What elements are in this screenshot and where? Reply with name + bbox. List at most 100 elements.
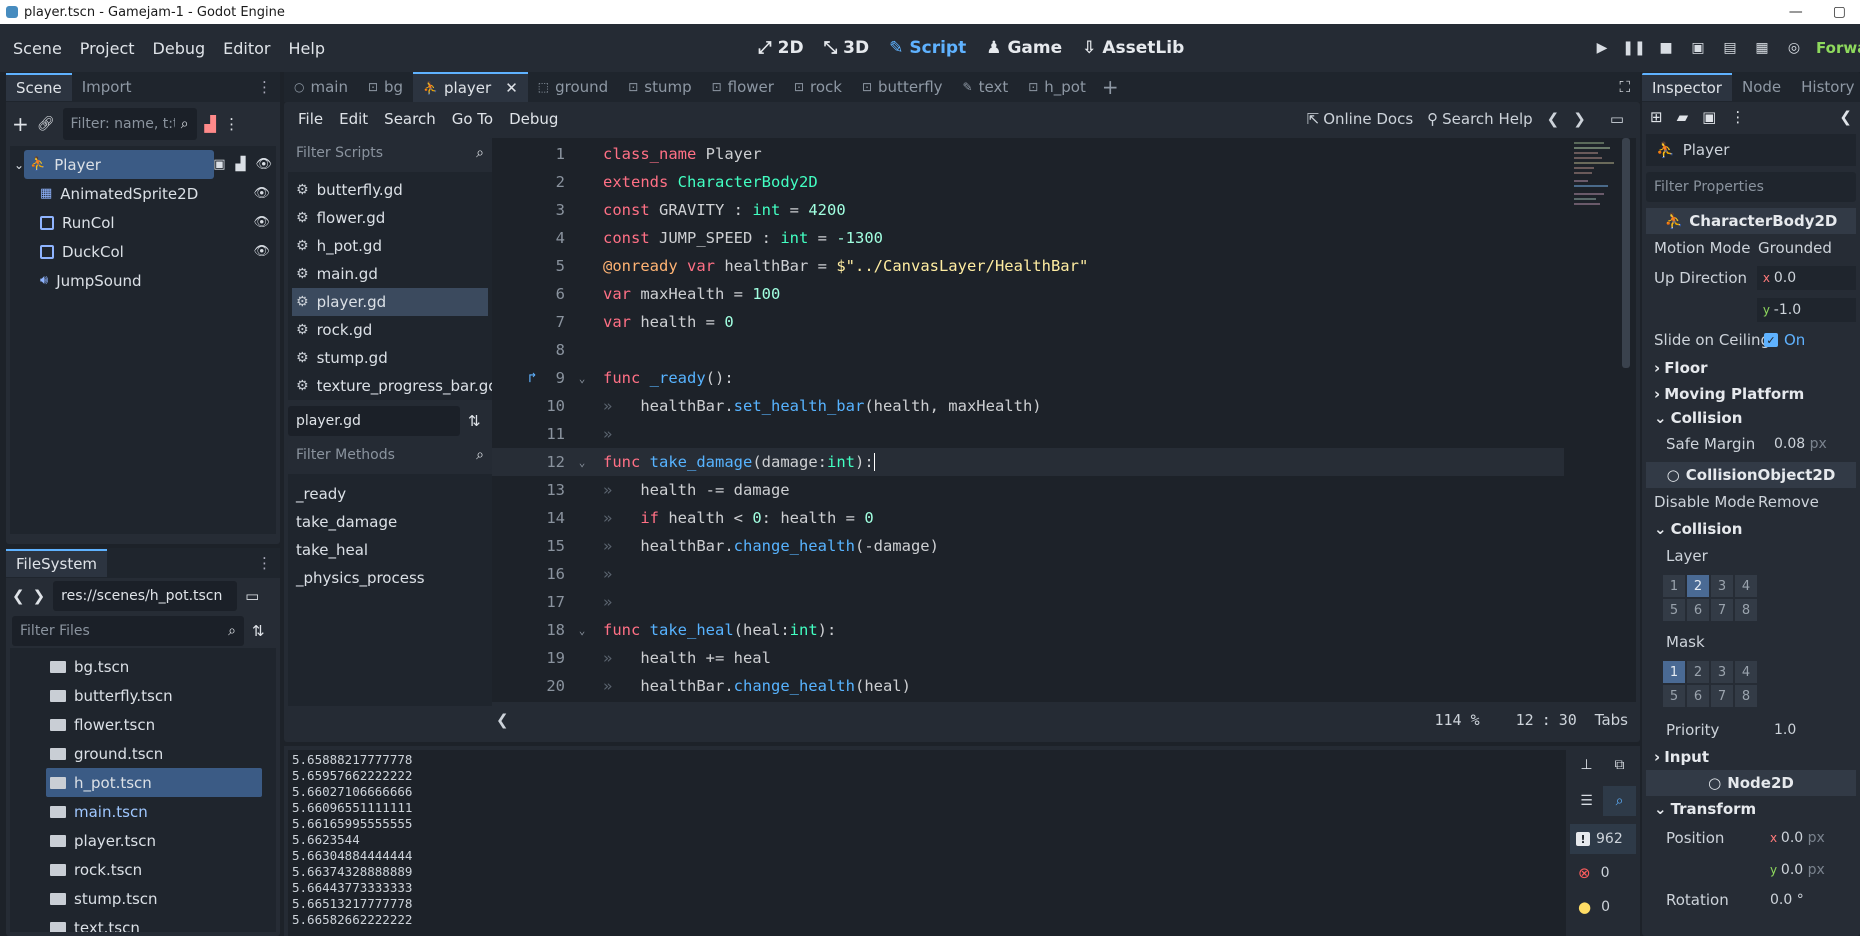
cursor-position[interactable]: 12:30 xyxy=(1516,711,1577,729)
scene-tab-butterfly[interactable]: ⊡ butterfly xyxy=(852,72,953,102)
code-line[interactable]: 4 const JUMP_SPEED : int = -1300 xyxy=(492,224,1636,252)
save-icon[interactable]: ▣ xyxy=(1702,108,1716,126)
script-item-main[interactable]: ⚙ main.gd xyxy=(288,260,492,288)
search-help-button[interactable]: ⚲ Search Help xyxy=(1427,110,1533,128)
floor-section[interactable]: › Floor xyxy=(1646,354,1856,382)
new-resource-icon[interactable]: ⊞ xyxy=(1650,108,1663,126)
add-node-icon[interactable]: + xyxy=(12,112,29,136)
code-scrollbar[interactable] xyxy=(1622,138,1630,368)
properties-filter-input[interactable]: Filter Properties xyxy=(1646,172,1856,202)
visibility-eye-icon[interactable]: 👁︎ xyxy=(255,157,272,172)
path-input[interactable]: res://scenes/h_pot.tscn xyxy=(53,581,238,611)
transform-section[interactable]: ⌄ Transform xyxy=(1646,796,1856,822)
workspace-2d-button[interactable]: ⤢ 2D xyxy=(758,38,804,58)
script-item-stump[interactable]: ⚙ stump.gd xyxy=(288,344,492,372)
play-icon[interactable]: ▶ xyxy=(1586,32,1618,64)
file-item-player[interactable]: player.tscn xyxy=(10,826,276,855)
rotation-value[interactable]: 0.0 ° xyxy=(1770,892,1804,908)
code-line[interactable]: 11 » xyxy=(492,420,1636,448)
safe-margin-field[interactable]: 0.08 px xyxy=(1774,436,1827,452)
next-script-icon[interactable]: ❯ xyxy=(1573,110,1586,128)
visibility-eye-icon[interactable]: 👁︎ xyxy=(253,244,270,259)
scene-tree-node-animatedsprite2d[interactable]: ▦ AnimatedSprite2D 👁︎ xyxy=(10,179,276,208)
moving-platform-section[interactable]: › Moving Platform xyxy=(1646,382,1856,406)
disable-mode-dropdown[interactable]: Remove xyxy=(1758,493,1819,511)
scene-tab-player[interactable]: ⛹ player ✕ xyxy=(413,72,528,102)
up-y-field[interactable]: y -1.0 xyxy=(1756,298,1856,322)
method-item-take_damage[interactable]: take_damage xyxy=(288,508,492,536)
file-item-flower[interactable]: flower.tscn xyxy=(10,710,276,739)
renderer-label[interactable]: Forwa xyxy=(1816,39,1860,57)
position-x-field[interactable]: x 0.0 px xyxy=(1770,830,1825,846)
code-line[interactable]: 14 » if health < 0: health = 0 xyxy=(492,504,1636,532)
movie-maker-icon[interactable]: ◎ xyxy=(1778,32,1810,64)
code-line[interactable]: 20 » healthBar. change_health (heal) xyxy=(492,672,1636,700)
collapse-icon[interactable]: ☰ xyxy=(1570,786,1603,816)
fold-arrow-icon[interactable]: ⌄ xyxy=(575,456,589,469)
tab-inspector[interactable]: Inspector xyxy=(1642,73,1732,101)
files-filter-input[interactable]: Filter Files ⌕ xyxy=(12,616,244,646)
code-line[interactable]: 12 ⌄ func take_damage (damage: int): xyxy=(492,448,1564,476)
sort-icon[interactable]: ⇅ xyxy=(252,622,265,640)
script-item-texture_progress_bar[interactable]: ⚙ texture_progress_bar.gd xyxy=(288,372,498,400)
scene-tab-ground[interactable]: ⬚ ground xyxy=(528,72,618,102)
script-attach-icon[interactable]: ▟ xyxy=(205,115,217,133)
code-line[interactable]: 17 » xyxy=(492,588,1636,616)
method-item-take_heal[interactable]: take_heal xyxy=(288,536,492,564)
layer-bit-8[interactable]: 8 xyxy=(1735,599,1757,621)
script-menu-edit[interactable]: Edit xyxy=(331,110,376,128)
split-view-icon[interactable]: ▭ xyxy=(245,587,259,605)
scroll-left-icon[interactable]: ❮ xyxy=(496,711,509,729)
code-line[interactable]: 1 class_name Player xyxy=(492,140,1636,168)
scene-tab-stump[interactable]: ⊡ stump xyxy=(618,72,701,102)
indent-mode[interactable]: Tabs xyxy=(1595,711,1628,729)
script-menu-search[interactable]: Search xyxy=(376,110,444,128)
open-folder-icon[interactable]: ▰ xyxy=(1677,108,1689,126)
tab-history[interactable]: History xyxy=(1791,74,1860,100)
script-menu-go-to[interactable]: Go To xyxy=(444,110,501,128)
menu-project[interactable]: Project xyxy=(71,39,144,58)
slide-on-ceiling-checkbox[interactable]: ✓ On xyxy=(1764,331,1805,349)
methods-filter-input[interactable]: Filter Methods ⌕ xyxy=(288,440,492,470)
scene-tab-h_pot[interactable]: ⊡ h_pot xyxy=(1018,72,1096,102)
fold-arrow-icon[interactable]: ⌄ xyxy=(575,624,589,637)
code-line[interactable]: 15 » healthBar. change_health (-damage) xyxy=(492,532,1636,560)
file-item-butterfly[interactable]: butterfly.tscn xyxy=(10,681,276,710)
collision2-section[interactable]: ⌄ Collision xyxy=(1646,516,1856,542)
close-tab-icon[interactable]: ✕ xyxy=(505,79,518,97)
scene-tree-node-duckcol[interactable]: DuckCol 👁︎ xyxy=(10,237,276,266)
group-icon[interactable]: ▣ xyxy=(213,157,225,172)
menu-debug[interactable]: Debug xyxy=(144,39,215,58)
code-line[interactable]: 8 xyxy=(492,336,1636,364)
add-tab-icon[interactable]: + xyxy=(1102,75,1119,99)
kebab-menu-icon[interactable]: ⋮ xyxy=(1730,108,1745,126)
visibility-eye-icon[interactable]: 👁︎ xyxy=(253,215,270,230)
file-item-h_pot[interactable]: h_pot.tscn xyxy=(46,768,262,797)
code-line[interactable]: ↱ 9 ⌄ func _ready (): xyxy=(492,364,1636,392)
method-item-ready[interactable]: _ready xyxy=(288,480,492,508)
file-item-text[interactable]: text.tscn xyxy=(10,913,276,932)
layer-bit-4[interactable]: 4 xyxy=(1735,661,1757,683)
scene-filter-input[interactable]: Filter: name, t:t ⌕ xyxy=(62,108,197,140)
code-line[interactable]: 10 » healthBar. set_health_bar (health, max… xyxy=(492,392,1636,420)
menu-editor[interactable]: Editor xyxy=(214,39,279,58)
method-item-physics_process[interactable]: _physics_process xyxy=(288,564,492,592)
dock-menu-icon[interactable]: ⋮ xyxy=(257,78,272,96)
menu-help[interactable]: Help xyxy=(280,39,334,58)
workspace-assetlib-button[interactable]: ⇩ AssetLib xyxy=(1082,38,1184,58)
tab-filesystem[interactable]: FileSystem xyxy=(6,549,108,577)
layer-bit-3[interactable]: 3 xyxy=(1711,661,1733,683)
script-item-butterfly[interactable]: ⚙ butterfly.gd xyxy=(288,176,492,204)
file-item-ground[interactable]: ground.tscn xyxy=(10,739,276,768)
stop-icon[interactable]: ■ xyxy=(1650,32,1682,64)
layer-bit-5[interactable]: 5 xyxy=(1663,685,1685,707)
script-icon[interactable]: ▟ xyxy=(235,157,245,172)
collision-section[interactable]: ⌄ Collision xyxy=(1646,406,1856,430)
kebab-menu-icon[interactable]: ⋮ xyxy=(224,115,239,133)
scene-tab-bg[interactable]: ⊡ bg xyxy=(358,72,413,102)
copy-icon[interactable]: ⧉ xyxy=(1603,750,1636,780)
layer-grid[interactable]: 1234 5678 xyxy=(1662,574,1762,622)
position-y-field[interactable]: y 0.0 px xyxy=(1770,862,1825,878)
forward-icon[interactable]: ❯ xyxy=(33,587,46,605)
file-item-rock[interactable]: rock.tscn xyxy=(10,855,276,884)
